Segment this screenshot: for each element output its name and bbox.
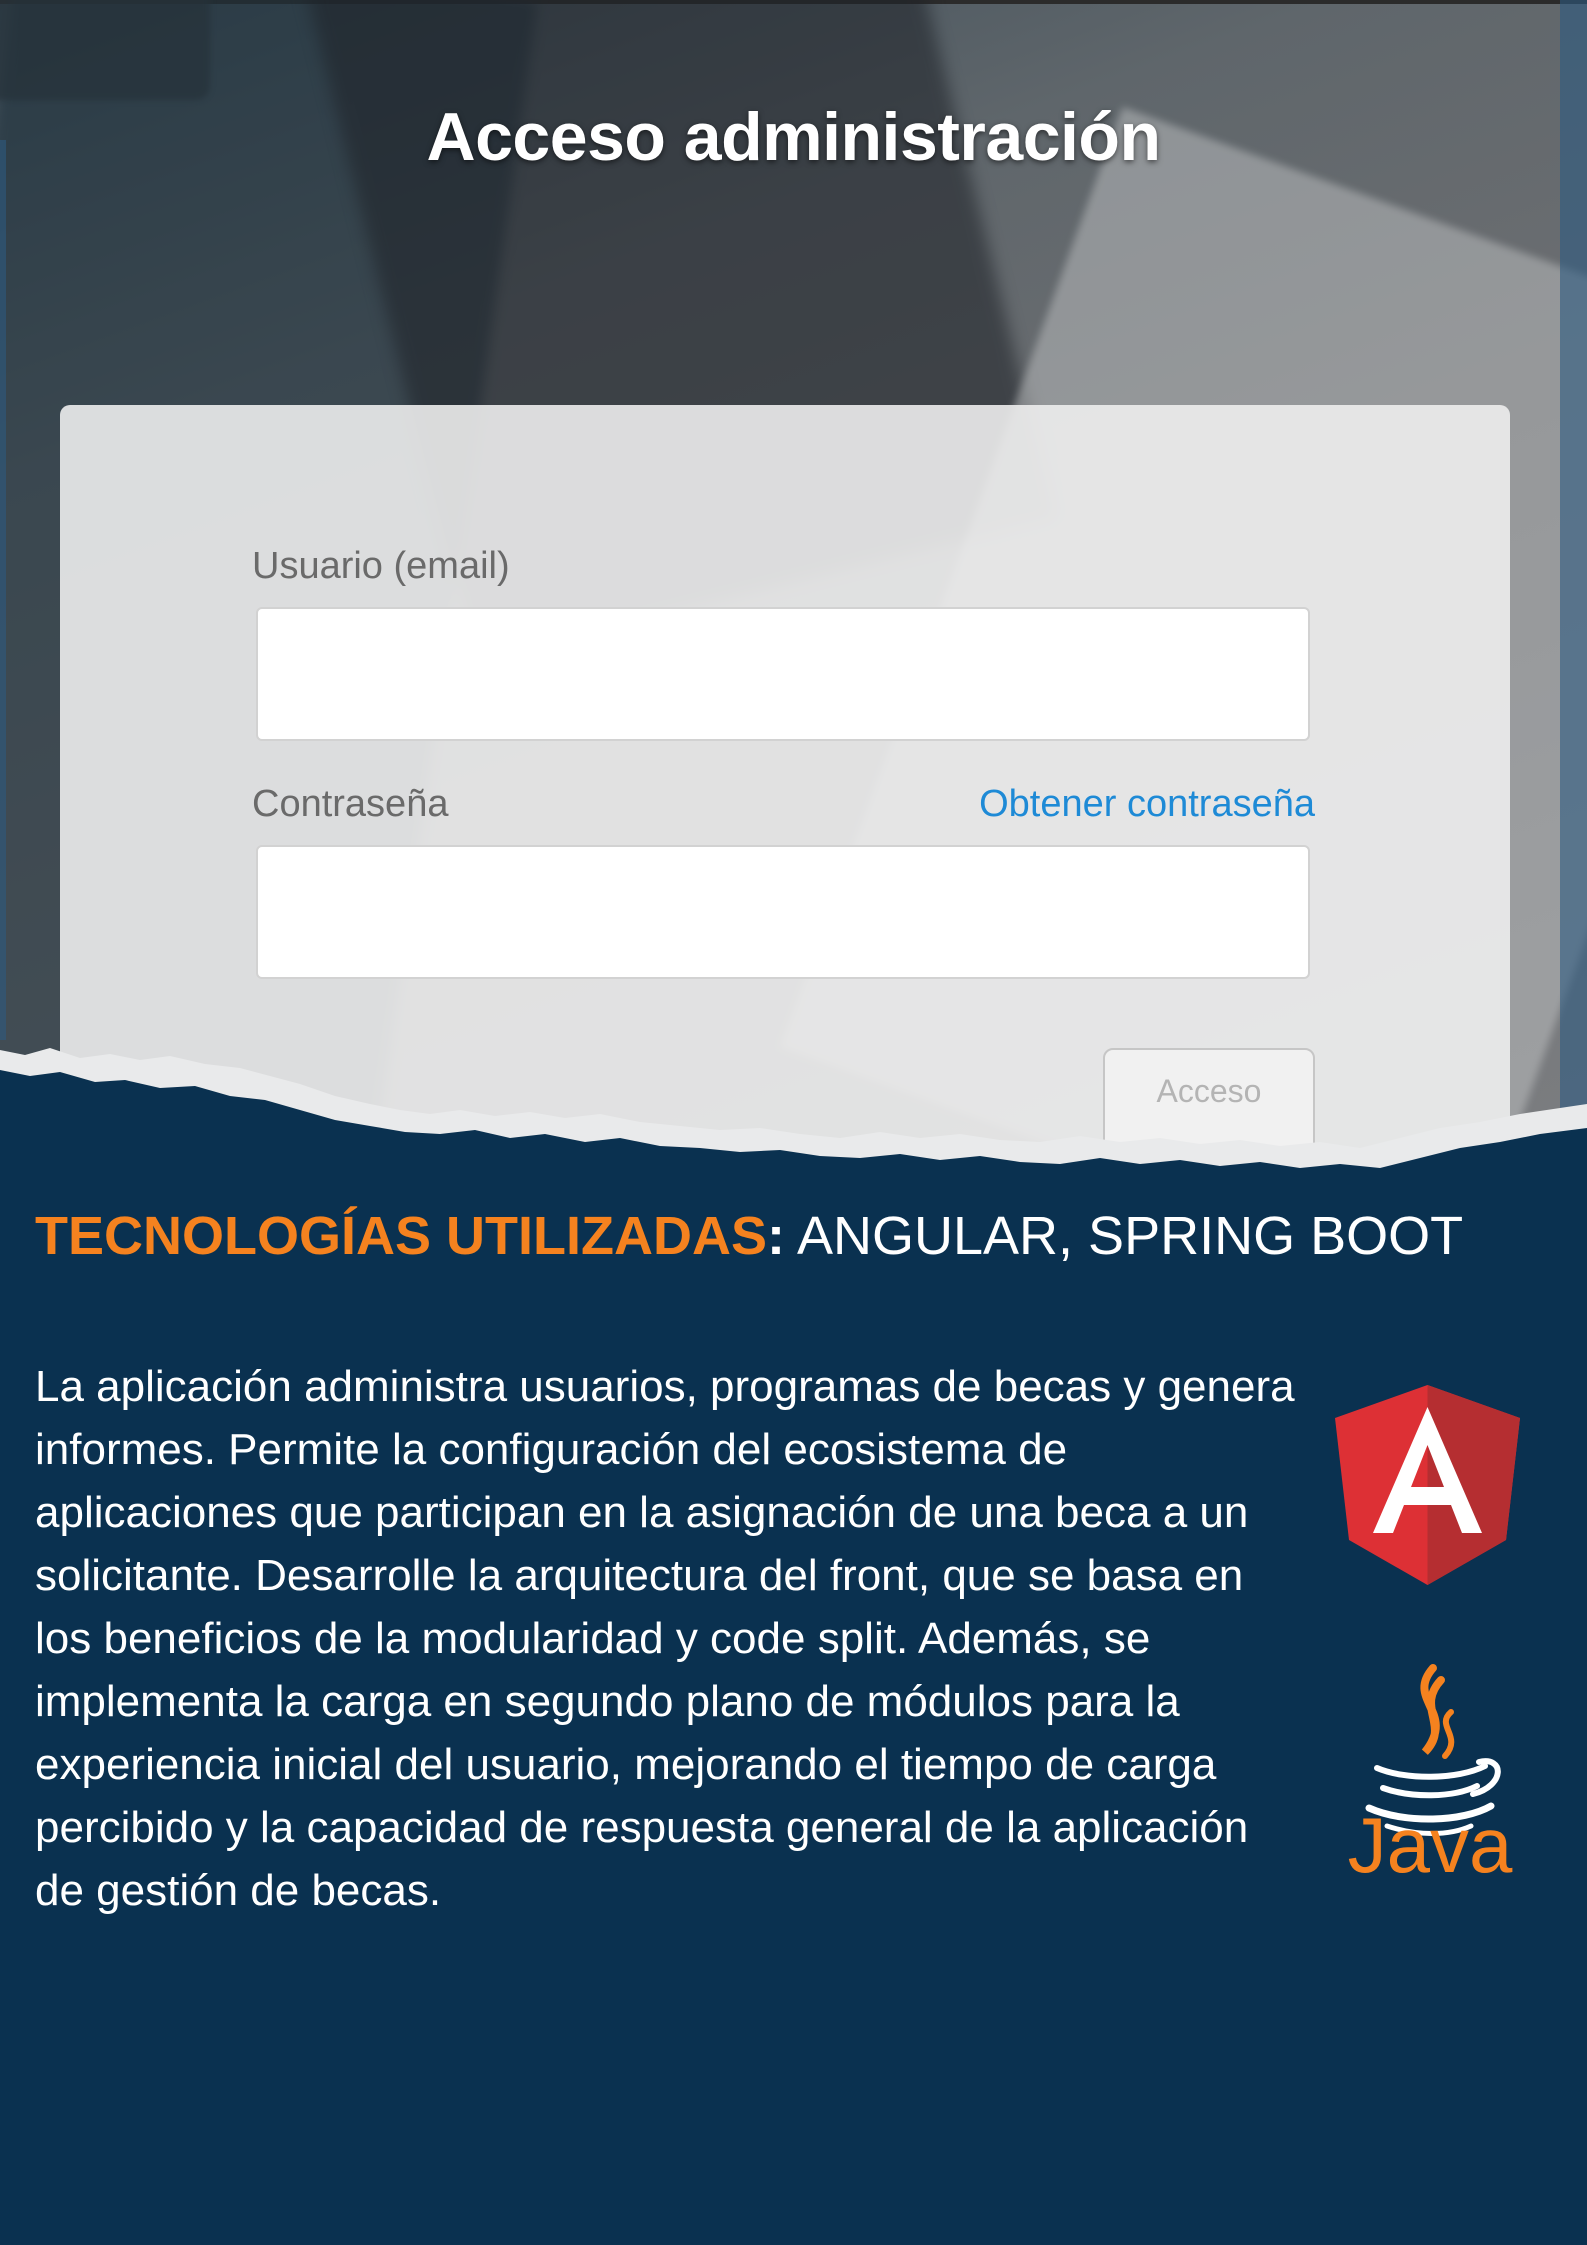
project-description: La aplicación administra usuarios, progr… — [35, 1362, 1295, 1915]
password-label: Contraseña — [252, 783, 449, 825]
technologies-heading: TECNOLOGÍAS UTILIZADAS: ANGULAR, SPRING … — [35, 1205, 1463, 1267]
background-strip — [0, 140, 6, 1040]
user-email-input[interactable] — [256, 607, 1310, 741]
technologies-separator: : — [766, 1206, 785, 1266]
login-screenshot: Acceso administración Usuario (email) Co… — [0, 0, 1587, 1160]
torn-paper-edge — [0, 1048, 1587, 1180]
java-logo-text: Java — [1347, 1801, 1513, 1889]
user-email-label: Usuario (email) — [252, 545, 510, 587]
background-laptop — [0, 0, 210, 100]
angular-logo-icon — [1335, 1385, 1520, 1585]
password-input[interactable] — [256, 845, 1310, 979]
get-password-link[interactable]: Obtener contraseña — [979, 783, 1315, 826]
technologies-label: TECNOLOGÍAS UTILIZADAS — [35, 1206, 767, 1266]
login-title: Acceso administración — [426, 99, 1161, 175]
portfolio-card: Acceso administración Usuario (email) Co… — [0, 0, 1587, 2245]
technologies-value: ANGULAR, SPRING BOOT — [784, 1206, 1464, 1266]
